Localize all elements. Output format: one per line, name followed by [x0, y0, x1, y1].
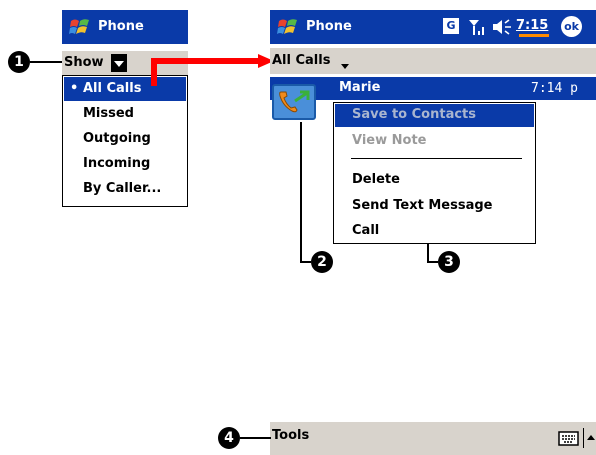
callout-3: 3 — [438, 251, 460, 273]
signal-strength-icon[interactable] — [467, 17, 487, 37]
context-item-send-text-message[interactable]: Send Text Message — [335, 195, 534, 218]
clock-time[interactable]: 7:15 — [516, 18, 548, 33]
windows-start-icon[interactable] — [69, 17, 91, 37]
dropdown-item-incoming[interactable]: Incoming — [64, 152, 186, 176]
call-time: 7:14 p — [531, 81, 578, 96]
callout-2: 2 — [311, 251, 333, 273]
app-title: Phone — [306, 19, 352, 34]
dropdown-item-label: Incoming — [83, 156, 151, 171]
context-item-view-note[interactable]: View Note — [335, 130, 534, 153]
show-filter-screen: Phone Show • All Calls Missed Outgoing I… — [62, 10, 188, 207]
callout-4: 4 — [218, 427, 240, 449]
context-item-delete[interactable]: Delete — [335, 169, 534, 192]
context-item-call[interactable]: Call — [335, 220, 534, 243]
windows-start-icon[interactable] — [277, 17, 299, 37]
title-bar: Phone — [62, 10, 188, 44]
dropdown-item-outgoing[interactable]: Outgoing — [64, 127, 186, 151]
chevron-down-icon[interactable] — [341, 59, 349, 74]
callout-1-leader — [30, 61, 62, 63]
keyboard-icon[interactable] — [558, 430, 580, 447]
callout-3-leader — [427, 244, 429, 262]
context-item-label: Delete — [352, 172, 400, 187]
dropdown-item-label: Missed — [83, 106, 134, 121]
filter-label[interactable]: All Calls — [272, 53, 330, 68]
ok-button[interactable]: ok — [561, 16, 582, 37]
show-label[interactable]: Show — [64, 55, 104, 70]
tools-menu[interactable]: Tools — [272, 428, 309, 443]
bottom-menu-bar: Tools — [270, 422, 596, 455]
context-item-label: Call — [352, 223, 380, 238]
call-history-screen: Phone G 7:15 ok All Calls Marie 7:14 p S… — [270, 0, 596, 455]
dropdown-item-by-caller[interactable]: By Caller... — [64, 177, 186, 201]
battery-bar — [519, 34, 549, 37]
callout-2-leader — [300, 122, 302, 262]
app-title: Phone — [98, 19, 144, 34]
caller-name: Marie — [339, 80, 381, 95]
dropdown-item-label: All Calls — [83, 81, 142, 96]
divider — [583, 428, 584, 448]
callout-2-leader — [300, 261, 311, 263]
gprs-icon[interactable]: G — [443, 18, 459, 34]
dropdown-arrow-icon[interactable] — [111, 54, 127, 72]
sip-arrow-icon[interactable] — [587, 435, 595, 440]
callout-3-leader — [427, 261, 438, 263]
callout-1: 1 — [8, 51, 30, 73]
context-item-label: Send Text Message — [352, 198, 493, 213]
dropdown-item-missed[interactable]: Missed — [64, 102, 186, 126]
menu-separator — [351, 158, 522, 159]
context-menu: Save to Contacts View Note Delete Send T… — [333, 102, 536, 244]
outgoing-call-icon[interactable] — [272, 84, 316, 120]
filter-menu[interactable]: All Calls — [270, 48, 596, 74]
title-bar: Phone G 7:15 ok — [270, 10, 596, 44]
volume-icon[interactable] — [492, 17, 514, 37]
red-arrow-icon — [151, 54, 274, 86]
call-list-item[interactable]: Marie 7:14 p — [270, 77, 596, 100]
context-item-save-to-contacts[interactable]: Save to Contacts — [335, 104, 534, 127]
dropdown-item-label: Outgoing — [83, 131, 151, 146]
dropdown-item-label: By Caller... — [83, 181, 162, 196]
callout-4-leader — [240, 437, 271, 439]
selected-bullet-icon: • — [70, 81, 79, 96]
context-item-label: Save to Contacts — [352, 107, 476, 122]
context-item-label: View Note — [352, 133, 427, 148]
show-dropdown: • All Calls Missed Outgoing Incoming By … — [62, 75, 188, 207]
